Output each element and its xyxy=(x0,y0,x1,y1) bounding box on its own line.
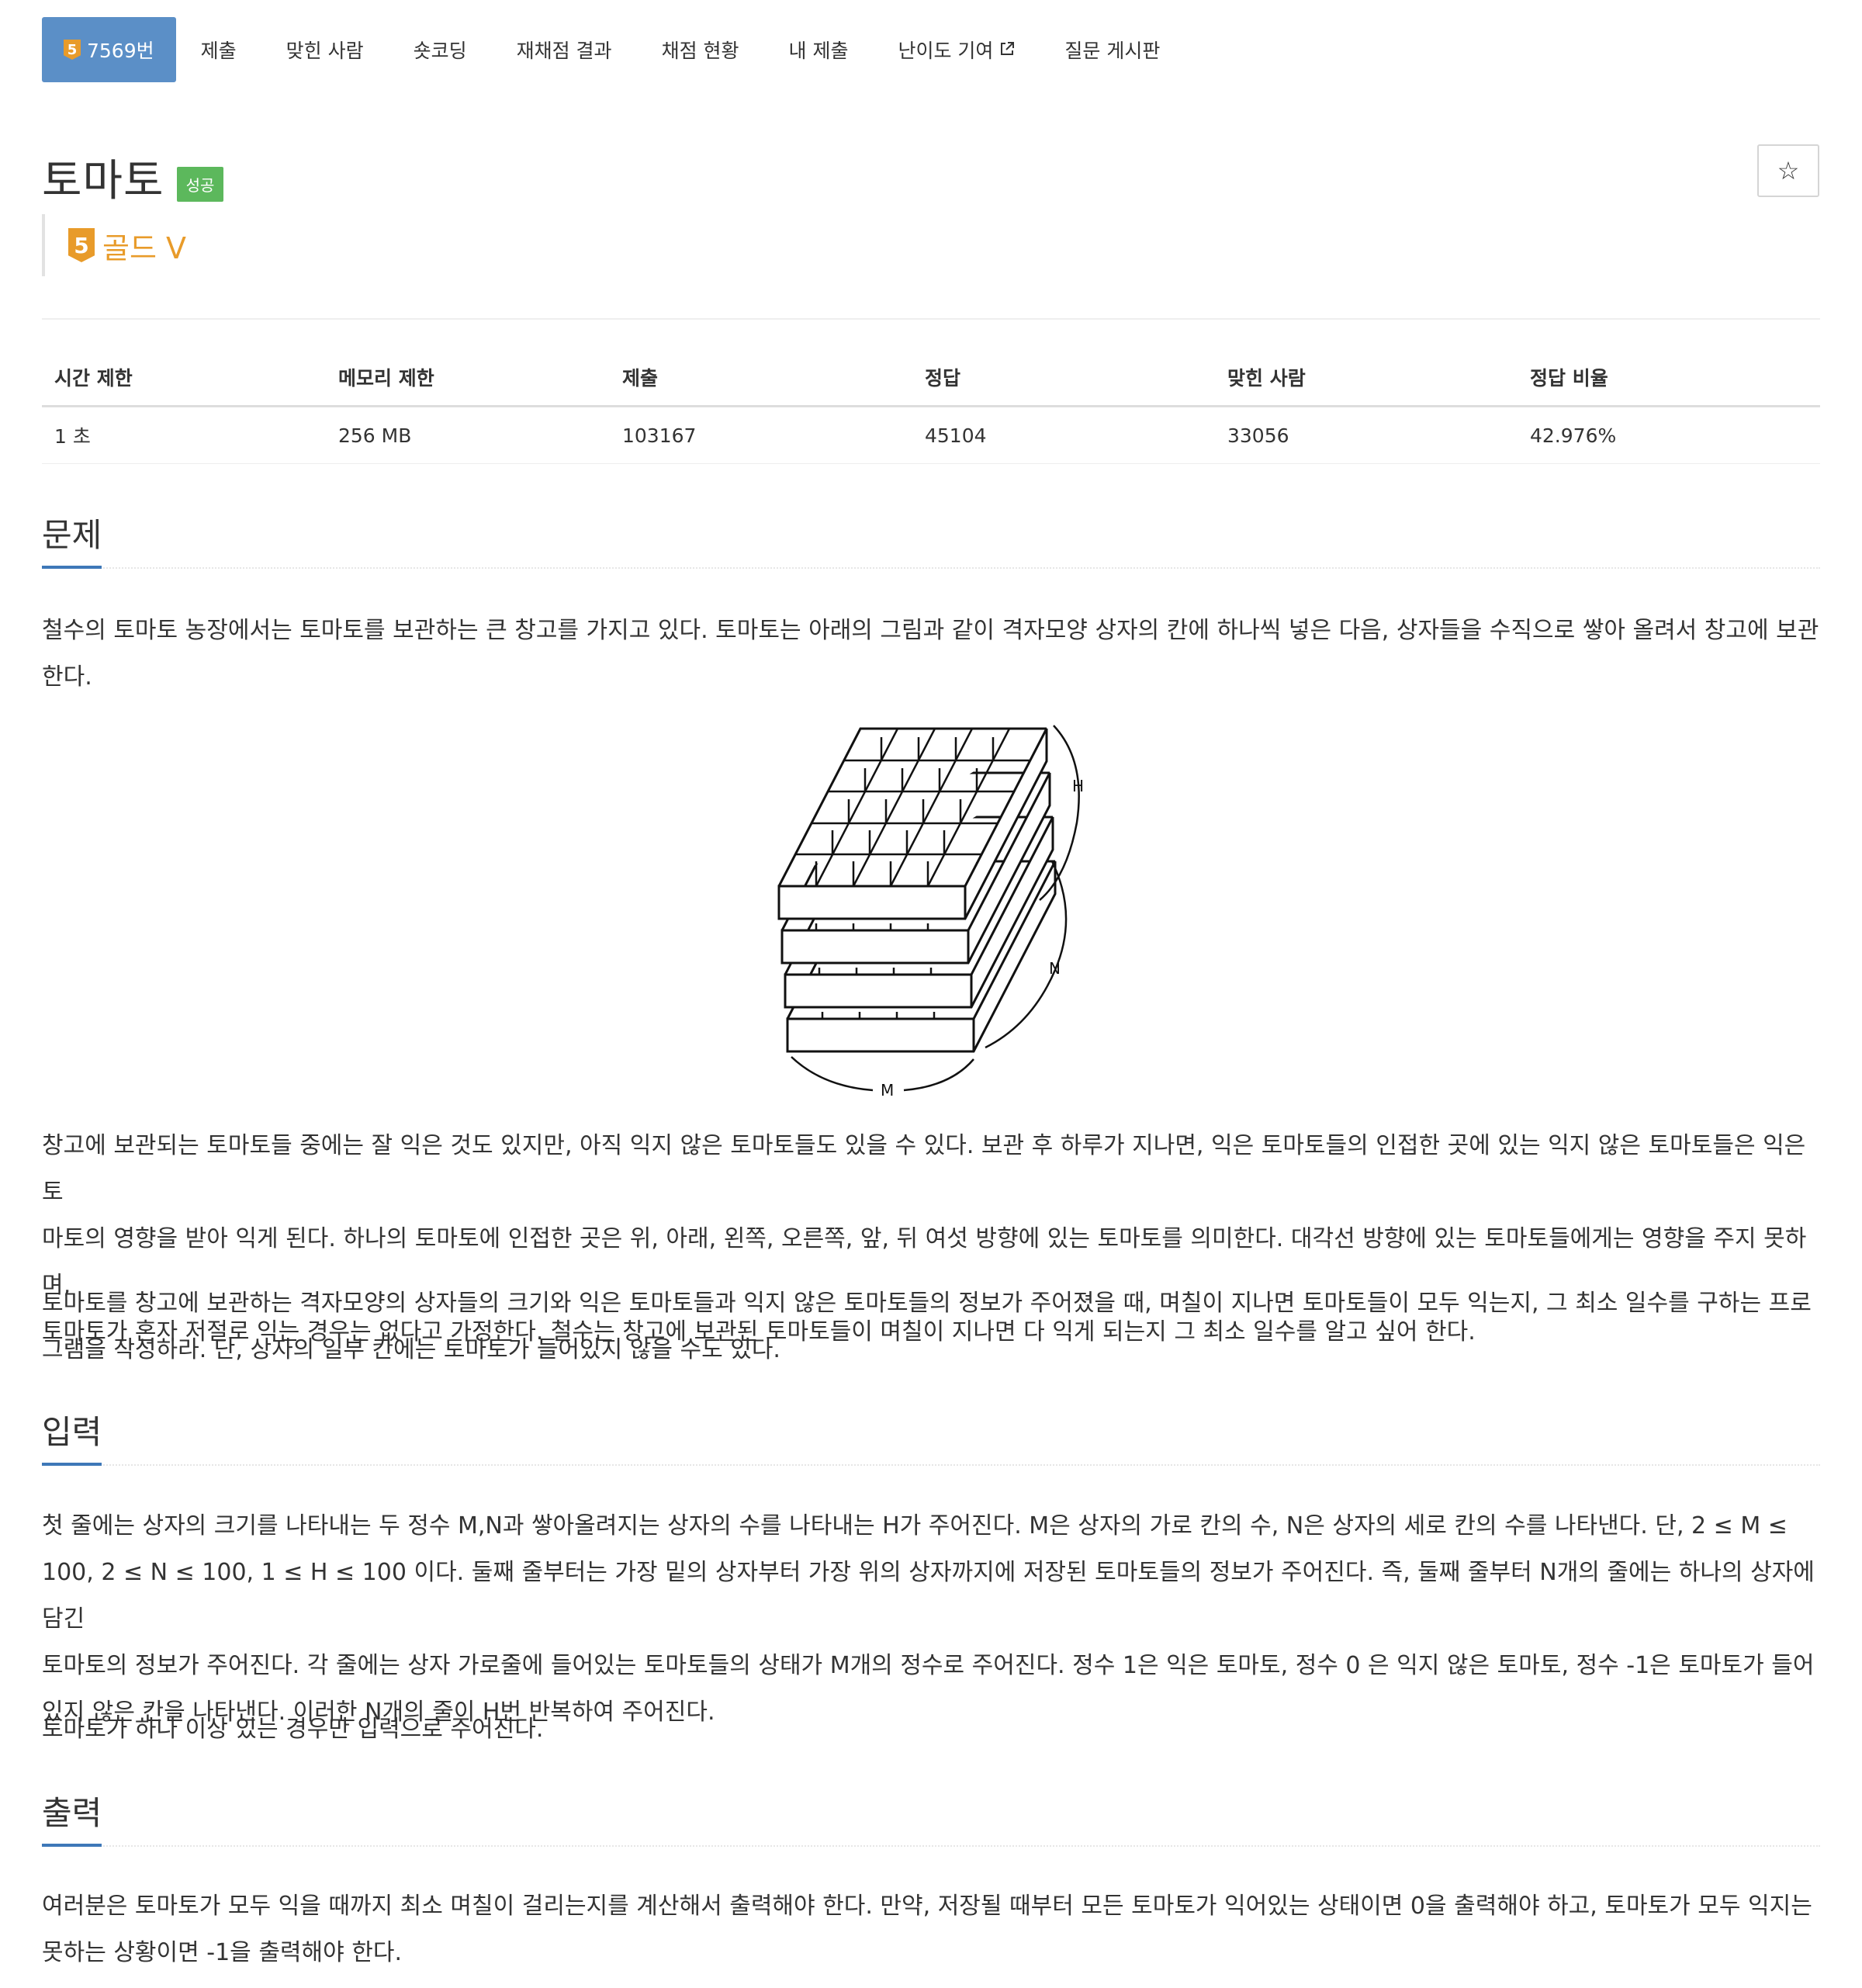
section-divider xyxy=(42,1845,1820,1847)
figure-label-n: N xyxy=(1049,959,1061,978)
tab-rejudge-results[interactable]: 재채점 결과 xyxy=(492,17,637,82)
divider xyxy=(42,318,1820,320)
tab-problem[interactable]: 5 7569번 xyxy=(42,17,176,82)
table-cell: 1 초 xyxy=(42,406,326,464)
star-icon: ☆ xyxy=(1777,156,1800,185)
external-link-icon xyxy=(999,39,1015,61)
table-cell: 42.976% xyxy=(1518,406,1820,464)
table-header: 시간 제한 xyxy=(42,349,326,407)
table-row: 1 초 256 MB 103167 45104 33056 42.976% xyxy=(42,406,1820,464)
input-description-2: 토마토가 하나 이상 있는 경우만 입력으로 주어진다. xyxy=(42,1716,544,1743)
tab-short-coding[interactable]: 숏코딩 xyxy=(389,17,492,82)
problem-title-row: 토마토 성공 xyxy=(42,146,224,209)
tomato-box-figure: H N M xyxy=(768,714,1094,1110)
table-header: 제출 xyxy=(610,349,912,407)
tab-submit[interactable]: 제출 xyxy=(176,17,261,82)
section-divider xyxy=(42,567,1820,569)
tab-my-submissions[interactable]: 내 제출 xyxy=(764,17,874,82)
section-divider xyxy=(42,1464,1820,1466)
table-header: 맞힌 사람 xyxy=(1215,349,1518,407)
problem-menu-tabs: 5 7569번 제출 맞힌 사람 숏코딩 재채점 결과 채점 현황 내 제출 난… xyxy=(42,17,1185,82)
problem-info-table: 시간 제한 메모리 제한 제출 정답 맞힌 사람 정답 비율 1 초 256 M… xyxy=(42,349,1820,464)
tab-question-board[interactable]: 질문 게시판 xyxy=(1040,17,1185,82)
tier-indicator: 5 골드 V xyxy=(42,214,186,276)
figure-label-h: H xyxy=(1072,777,1084,795)
figure-label-m: M xyxy=(881,1081,894,1100)
input-description: 첫 줄에는 상자의 크기를 나타내는 두 정수 M,N과 쌓아올려지는 상자의 … xyxy=(42,1512,1815,1726)
tab-solved-users[interactable]: 맞힌 사람 xyxy=(261,17,389,82)
tab-judge-status[interactable]: 채점 현황 xyxy=(637,17,764,82)
gold-tier-icon: 5 xyxy=(64,40,81,60)
gold-tier-icon: 5 xyxy=(68,228,95,262)
problem-section-heading: 문제 xyxy=(42,509,1820,569)
input-section-heading: 입력 xyxy=(42,1406,1820,1466)
tier-label[interactable]: 골드 V xyxy=(102,224,186,267)
section-title: 문제 xyxy=(42,509,102,569)
favorite-star-button[interactable]: ☆ xyxy=(1757,144,1819,197)
problem-description-3: 토마토를 창고에 보관하는 격자모양의 상자들의 크기와 익은 토마토들과 익지… xyxy=(42,1290,1812,1363)
output-description: 여러분은 토마토가 모두 익을 때까지 최소 며칠이 걸리는지를 계산해서 출력… xyxy=(42,1893,1812,1966)
table-header: 정답 xyxy=(912,349,1215,407)
section-title: 입력 xyxy=(42,1406,102,1466)
tab-problem-label: 7569번 xyxy=(87,40,154,62)
table-cell: 256 MB xyxy=(326,406,610,464)
output-section-heading: 출력 xyxy=(42,1787,1820,1847)
table-cell: 33056 xyxy=(1215,406,1518,464)
problem-description: 철수의 토마토 농장에서는 토마토를 보관하는 큰 창고를 가지고 있다. 토마… xyxy=(42,617,1819,691)
table-cell: 45104 xyxy=(912,406,1215,464)
tab-difficulty-contribution[interactable]: 난이도 기여 xyxy=(873,17,1040,82)
table-cell: 103167 xyxy=(610,406,912,464)
status-badge: 성공 xyxy=(176,167,224,202)
section-title: 출력 xyxy=(42,1787,102,1847)
tab-difficulty-label: 난이도 기여 xyxy=(898,40,994,62)
table-header: 메모리 제한 xyxy=(326,349,610,407)
page-title: 토마토 xyxy=(42,156,164,206)
table-header-row: 시간 제한 메모리 제한 제출 정답 맞힌 사람 정답 비율 xyxy=(42,349,1820,407)
table-header: 정답 비율 xyxy=(1518,349,1820,407)
